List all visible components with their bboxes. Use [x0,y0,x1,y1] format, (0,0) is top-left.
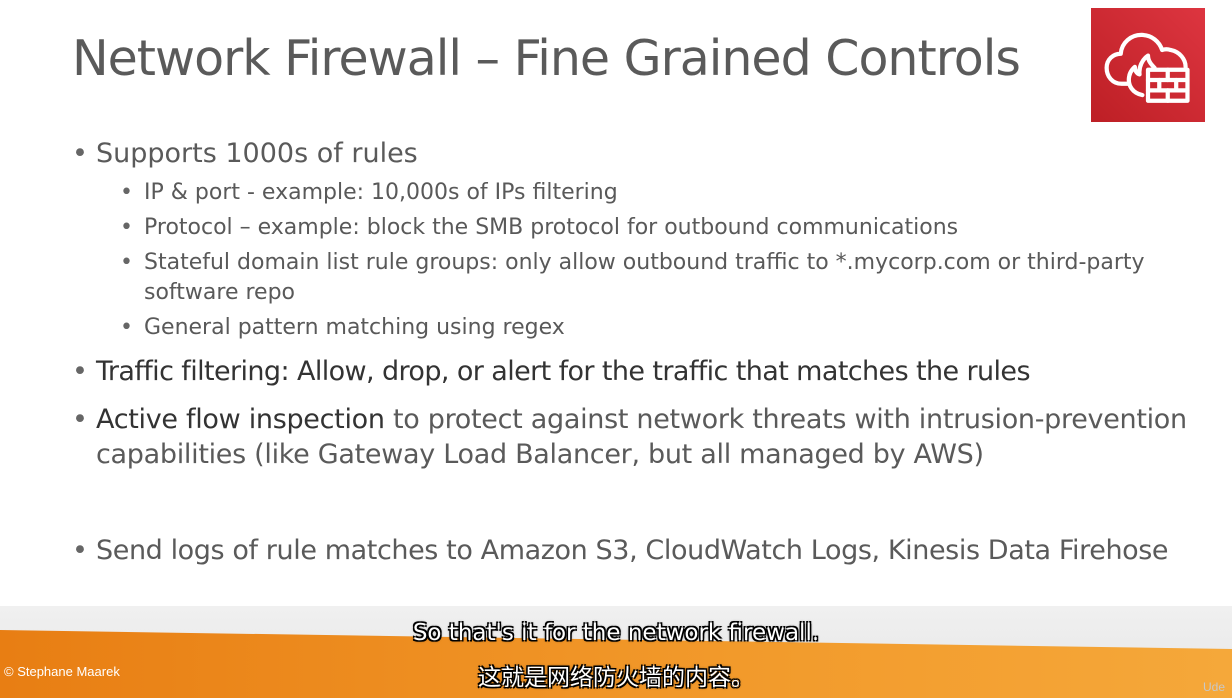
slide: Network Firewall – Fine Grained Controls… [0,0,1232,698]
bullet-text: IP & port - example: 10,000s of IPs filt… [144,180,618,205]
bullet-text: Stateful domain list rule groups: only a… [144,250,1145,275]
bullet-glyph: • [72,138,88,169]
bullet-emphasis: Active flow inspection [96,404,385,435]
bullet-glyph: • [120,215,133,240]
network-firewall-icon [1091,8,1205,122]
bullet-glyph: • [120,180,133,205]
bullet-text: General pattern matching using regex [144,315,565,340]
bullet-glyph: • [72,356,88,387]
bullet-glyph: • [72,404,88,435]
bullet-glyph: • [120,315,133,340]
bullet-glyph: • [72,535,88,566]
bullet-text: Active flow inspection to protect agains… [96,404,1187,435]
bullet-text: Supports 1000s of rules [96,138,418,169]
cloud-firewall-glyph [1104,32,1190,103]
bullet-text: Traffic filtering: Allow, drop, or alert… [96,356,1031,387]
caption-english: So that's it for the network firewall. [412,620,820,646]
bullet-rest: to protect against network threats with … [384,404,1187,435]
bullet-glyph: • [120,250,133,275]
caption-chinese: 这就是网络防火墙的内容。 [478,665,754,691]
bullet-text: Protocol – example: block the SMB protoc… [144,215,959,240]
slide-title: Network Firewall – Fine Grained Controls [72,30,1021,87]
bullet-text: software repo [144,280,295,305]
bullet-text: capabilities (like Gateway Load Balancer… [96,439,984,470]
bullet-text: Send logs of rule matches to Amazon S3, … [96,535,1169,566]
